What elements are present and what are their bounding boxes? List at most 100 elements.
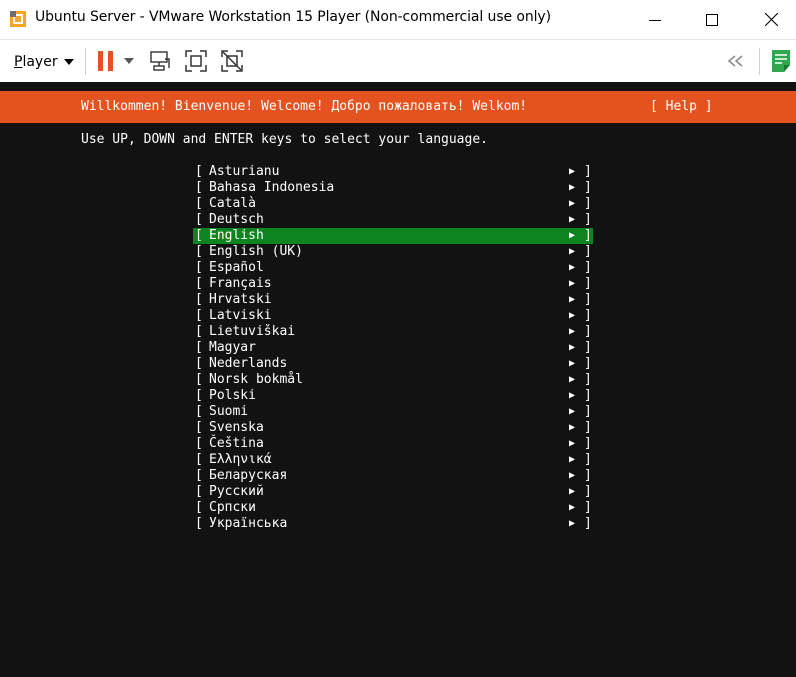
arrow-right-icon: ▶	[569, 246, 576, 257]
language-label: Català	[209, 196, 256, 211]
language-item[interactable]: [ Čeština ▶]	[193, 436, 593, 452]
language-label: Latviski	[209, 308, 272, 323]
player-menu-button[interactable]: Player	[14, 52, 74, 72]
close-bracket: ]	[584, 244, 592, 259]
language-item[interactable]: [Svenska ▶]	[193, 420, 593, 436]
language-item[interactable]: [Српски ▶]	[193, 500, 593, 516]
arrow-right-icon: ▶	[569, 422, 576, 433]
power-options-dropdown[interactable]	[122, 49, 136, 73]
language-item[interactable]: [Español ▶]	[193, 260, 593, 276]
language-item[interactable]: [English (UK) ▶]	[193, 244, 593, 260]
close-bracket: ]	[584, 180, 592, 195]
window-title: Ubuntu Server - VMware Workstation 15 Pl…	[35, 9, 551, 25]
language-label: Lietuviškai	[209, 324, 296, 339]
open-bracket: [	[195, 212, 203, 227]
open-bracket: [	[195, 340, 203, 355]
open-bracket: [	[195, 260, 203, 275]
welcome-banner: Willkommen! Bienvenue! Welcome! Добро по…	[0, 91, 796, 123]
open-bracket: [	[195, 500, 203, 515]
language-item[interactable]: [Беларуская ▶]	[193, 468, 593, 484]
minimize-icon	[649, 19, 661, 21]
arrow-right-icon: ▶	[569, 214, 576, 225]
close-bracket: ]	[584, 196, 592, 211]
language-item[interactable]: [Lietuviškai ▶]	[193, 324, 593, 340]
language-item[interactable]: [Hrvatski ▶]	[193, 292, 593, 308]
arrow-right-icon: ▶	[569, 278, 576, 289]
language-item[interactable]: [Magyar ▶]	[193, 340, 593, 356]
help-button[interactable]: [ Help ]	[650, 99, 713, 114]
language-list: [Asturianu ▶] [Bahasa Indonesia ▶] [ Català ▶]…	[193, 164, 593, 532]
close-bracket: ]	[584, 372, 592, 387]
language-item[interactable]: [Русский ▶]	[193, 484, 593, 500]
language-item[interactable]: [Polski ▶]	[193, 388, 593, 404]
toolbar-divider	[85, 48, 86, 75]
close-bracket: ]	[584, 164, 592, 179]
arrow-right-icon: ▶	[569, 358, 576, 369]
toolbar-divider	[759, 48, 760, 75]
close-bracket: ]	[584, 516, 592, 531]
close-bracket: ]	[584, 340, 592, 355]
language-item[interactable]: [Bahasa Indonesia ▶]	[193, 180, 593, 196]
pause-icon	[98, 51, 113, 71]
language-item-selected[interactable]: [English ▶]	[193, 228, 593, 244]
open-bracket: [	[195, 484, 203, 499]
close-bracket: ]	[584, 484, 592, 499]
language-item[interactable]: [Українська ▶]	[193, 516, 593, 532]
language-label: Ελληνικά	[209, 452, 272, 467]
arrow-right-icon: ▶	[569, 198, 576, 209]
collapse-toolbar-button[interactable]	[722, 49, 750, 73]
full-screen-button[interactable]	[183, 49, 209, 73]
arrow-right-icon: ▶	[569, 166, 576, 177]
maximize-button[interactable]	[689, 0, 735, 39]
close-bracket: ]	[584, 212, 592, 227]
language-label: Suomi	[209, 404, 249, 419]
close-button[interactable]	[748, 0, 794, 39]
language-label: Српски	[209, 500, 256, 515]
language-item[interactable]: [Latviski ▶]	[193, 308, 593, 324]
open-bracket: [	[195, 404, 203, 419]
language-item[interactable]: [Ελληνικά ▶]	[193, 452, 593, 468]
language-item[interactable]: [Català ▶]	[193, 196, 593, 212]
close-bracket: ]	[584, 420, 592, 435]
language-label: Deutsch	[209, 212, 264, 227]
arrow-right-icon: ▶	[569, 342, 576, 353]
title-bar: Ubuntu Server - VMware Workstation 15 Pl…	[0, 0, 796, 39]
chevron-down-icon	[63, 59, 74, 65]
vm-console[interactable]: Willkommen! Bienvenue! Welcome! Добро по…	[0, 82, 796, 677]
close-bracket: ]	[584, 436, 592, 451]
open-bracket: [	[195, 372, 203, 387]
language-label: Polski	[209, 388, 256, 403]
language-label: Українська	[209, 516, 288, 531]
language-label: English (UK)	[209, 244, 303, 259]
open-bracket: [	[195, 436, 203, 451]
arrow-right-icon: ▶	[569, 374, 576, 385]
send-ctrl-alt-del-button[interactable]	[147, 49, 173, 73]
instruction-text: Use UP, DOWN and ENTER keys to select yo…	[81, 132, 488, 147]
open-bracket: [	[195, 452, 203, 467]
open-bracket: [	[195, 388, 203, 403]
arrow-right-icon: ▶	[569, 294, 576, 305]
send-keys-icon	[150, 51, 170, 71]
arrow-right-icon: ▶	[569, 230, 576, 241]
language-item[interactable]: [Français ▶]	[193, 276, 593, 292]
fullscreen-icon	[185, 50, 207, 72]
minimize-button[interactable]	[632, 0, 678, 39]
language-label: Čeština	[209, 436, 264, 451]
language-label: Nederlands	[209, 356, 288, 371]
language-item[interactable]: [Asturianu ▶]	[193, 164, 593, 180]
open-bracket: [	[195, 276, 203, 291]
open-bracket: [	[195, 516, 203, 531]
pause-button[interactable]	[95, 49, 117, 73]
close-bracket: ]	[584, 324, 592, 339]
language-item[interactable]: [Suomi ▶]	[193, 404, 593, 420]
language-item[interactable]: [Norsk bokmål ▶]	[193, 372, 593, 388]
unity-mode-button[interactable]	[219, 49, 245, 73]
arrow-right-icon: ▶	[569, 470, 576, 481]
message-log-button[interactable]	[768, 49, 794, 73]
language-item[interactable]: [ Deutsch ▶]	[193, 212, 593, 228]
arrow-right-icon: ▶	[569, 438, 576, 449]
close-bracket: ]	[584, 260, 592, 275]
language-item[interactable]: [Nederlands ▶]	[193, 356, 593, 372]
close-bracket: ]	[584, 404, 592, 419]
close-bracket: ]	[584, 468, 592, 483]
